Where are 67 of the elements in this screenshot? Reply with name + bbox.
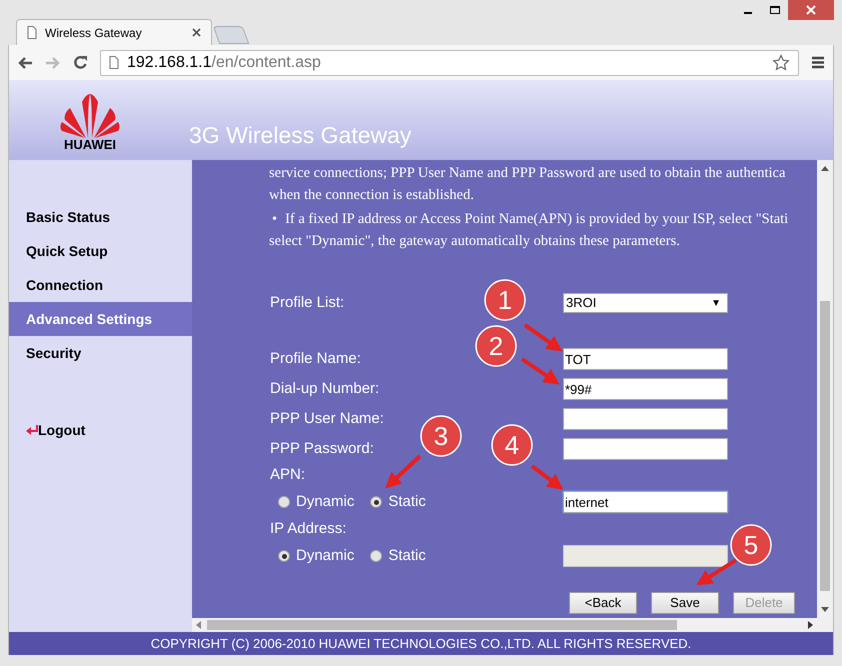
help-text: select "Dynamic", the gateway automatically obtains these parameters. <box>269 232 681 251</box>
logo-text: HUAWEI <box>64 138 116 152</box>
field-label: APN: <box>270 464 306 485</box>
page-title: 3G Wireless Gateway <box>189 120 412 150</box>
number-badge: 3 <box>420 415 462 457</box>
reload-icon[interactable] <box>73 55 88 70</box>
pointer-arrow <box>385 454 422 488</box>
field-label: PPP User Name: <box>270 408 384 429</box>
petals-icon <box>60 94 120 138</box>
help-text: service connections; PPP User Name and PPP Password are used to obtain the authentica <box>269 164 786 183</box>
scroll-right-icon[interactable] <box>808 621 813 629</box>
sidebar-item[interactable]: Basic Status <box>9 200 192 234</box>
pointer-arrow <box>530 464 564 490</box>
menu-icon[interactable] <box>811 56 825 69</box>
text-field[interactable] <box>563 438 728 460</box>
field-label: PPP Password: <box>270 438 374 459</box>
text-field[interactable] <box>563 408 728 430</box>
help-text: If a fixed IP address or Access Point Name(APN) is provided by your ISP, select "Stati <box>285 210 788 229</box>
field-label: Profile Name: <box>270 348 361 369</box>
url-host: 192.168.1.1 <box>127 54 212 70</box>
document-icon <box>109 56 119 69</box>
pointer-arrow <box>696 558 738 586</box>
field-label: Dial-up Number: <box>270 378 380 399</box>
radio-label[interactable]: Dynamic <box>296 490 354 514</box>
star-icon[interactable] <box>772 54 790 72</box>
sidebar-item[interactable]: Connection <box>9 268 192 302</box>
radio-label[interactable]: Static <box>388 490 426 514</box>
form-button[interactable]: <Back <box>569 592 637 614</box>
scroll-left-icon[interactable] <box>196 621 201 629</box>
scrollbar-thumb[interactable] <box>207 620 677 630</box>
sidebar-item[interactable]: Quick Setup <box>9 234 192 268</box>
copyright-text: COPYRIGHT (C) 2006-2010 HUAWEI TECHNOLOGIES CO.,LTD. ALL RIGHTS RESERVED. <box>150 634 692 653</box>
field-label: Profile List: <box>270 292 344 313</box>
address-bar[interactable]: 192.168.1.1/en/content.asp <box>100 50 799 76</box>
form-button[interactable]: Save <box>651 592 719 614</box>
scroll-down-icon[interactable] <box>821 607 829 612</box>
horizontal-scrollbar[interactable] <box>192 618 833 632</box>
tab-title: Wireless Gateway <box>45 24 143 42</box>
number-badge: 4 <box>491 424 533 466</box>
logout-link[interactable]: Logout <box>38 420 86 441</box>
text-field[interactable]: TOT <box>563 348 728 370</box>
number-badge: 2 <box>475 325 517 367</box>
help-text: when the connection is established. <box>269 186 475 205</box>
sidebar-item[interactable]: Security <box>9 336 192 370</box>
browser-tab[interactable]: Wireless Gateway <box>16 19 212 45</box>
close-icon <box>806 5 816 15</box>
back-icon[interactable] <box>17 56 33 70</box>
scroll-up-icon[interactable] <box>821 166 829 171</box>
sidebar-item[interactable]: Advanced Settings <box>9 302 192 336</box>
url-path: /en/content.asp <box>212 54 321 70</box>
bullet-mark: • <box>271 210 278 229</box>
number-badge: 1 <box>484 279 526 321</box>
close-button[interactable] <box>788 0 834 20</box>
pointer-arrow <box>520 357 560 384</box>
return-arrow-icon <box>26 424 38 436</box>
field-label: IP Address: <box>270 518 346 539</box>
scrollbar-thumb[interactable] <box>820 301 830 591</box>
radio-button[interactable] <box>278 496 290 508</box>
radio-button[interactable] <box>370 496 382 508</box>
text-field[interactable]: internet <box>563 491 728 513</box>
pointer-arrow <box>524 323 563 352</box>
profile-dropdown[interactable]: 3ROI ▼ <box>563 293 728 313</box>
vertical-scrollbar[interactable] <box>817 160 833 618</box>
close-icon[interactable] <box>192 28 201 37</box>
number-badge: 5 <box>730 524 772 566</box>
text-field[interactable]: *99# <box>563 378 728 400</box>
document-icon <box>27 26 37 39</box>
